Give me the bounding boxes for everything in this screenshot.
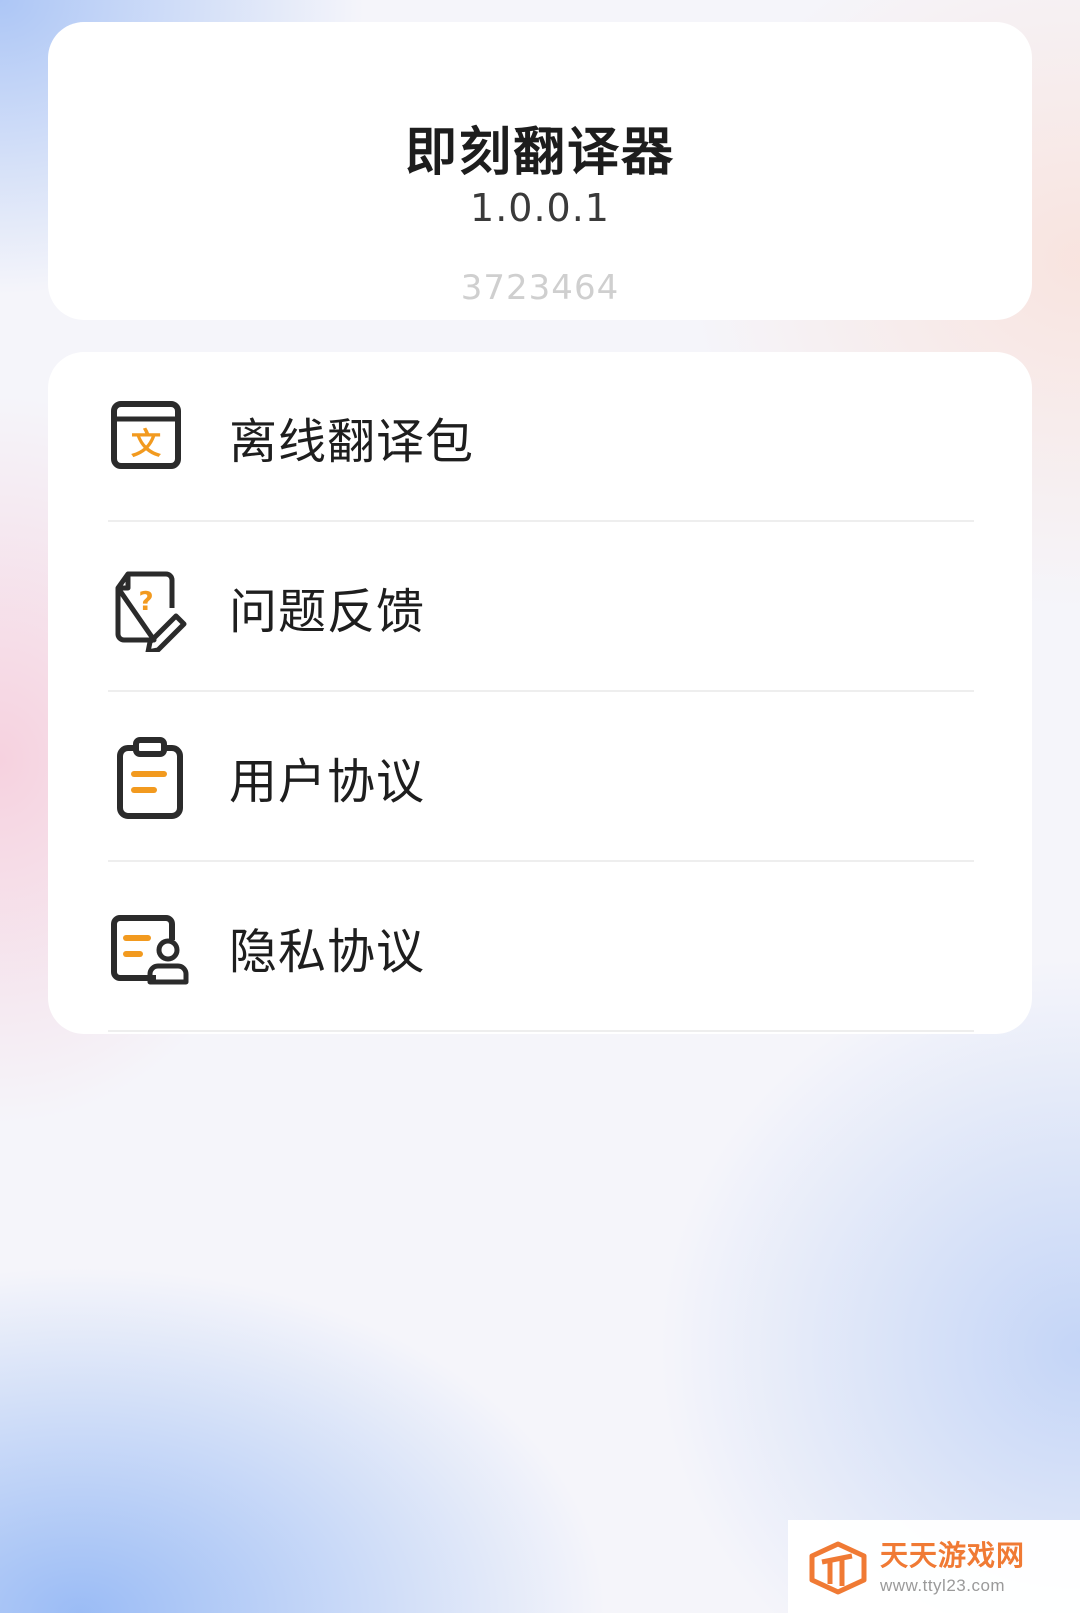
- menu-item-offline-package[interactable]: 文 离线翻译包: [48, 352, 1032, 522]
- menu-item-user-agreement[interactable]: 用户协议: [48, 692, 1032, 862]
- clipboard-icon: [117, 737, 183, 819]
- app-info-card: 即刻翻译器 1.0.0.1 3723464: [48, 22, 1032, 320]
- menu-item-label: 用户协议: [229, 754, 426, 810]
- watermark-url: www.ttyl23.com: [880, 1576, 1006, 1595]
- offline-package-icon: 文: [111, 401, 181, 469]
- menu-card: 文 离线翻译包 ? 问题反馈 用户协议 隐私协议: [48, 352, 1032, 1034]
- svg-text:文: 文: [131, 427, 161, 462]
- site-logo-icon: [809, 1541, 867, 1595]
- watermark-title: 天天游戏网: [880, 1539, 1026, 1572]
- menu-item-label: 问题反馈: [229, 584, 426, 640]
- svg-text:?: ?: [138, 587, 153, 617]
- menu-item-privacy-agreement[interactable]: 隐私协议: [48, 862, 1032, 1032]
- app-version: 1.0.0.1: [470, 186, 610, 230]
- feedback-icon: ?: [115, 571, 187, 652]
- watermark: 天天游戏网 www.ttyl23.com: [788, 1520, 1080, 1613]
- menu-item-feedback[interactable]: ? 问题反馈: [48, 522, 1032, 692]
- privacy-icon: [111, 915, 189, 985]
- menu-item-label: 离线翻译包: [229, 414, 475, 470]
- app-name: 即刻翻译器: [404, 123, 675, 183]
- app-build-number: 3723464: [460, 268, 620, 308]
- divider: [108, 1030, 974, 1032]
- menu-item-label: 隐私协议: [229, 924, 426, 980]
